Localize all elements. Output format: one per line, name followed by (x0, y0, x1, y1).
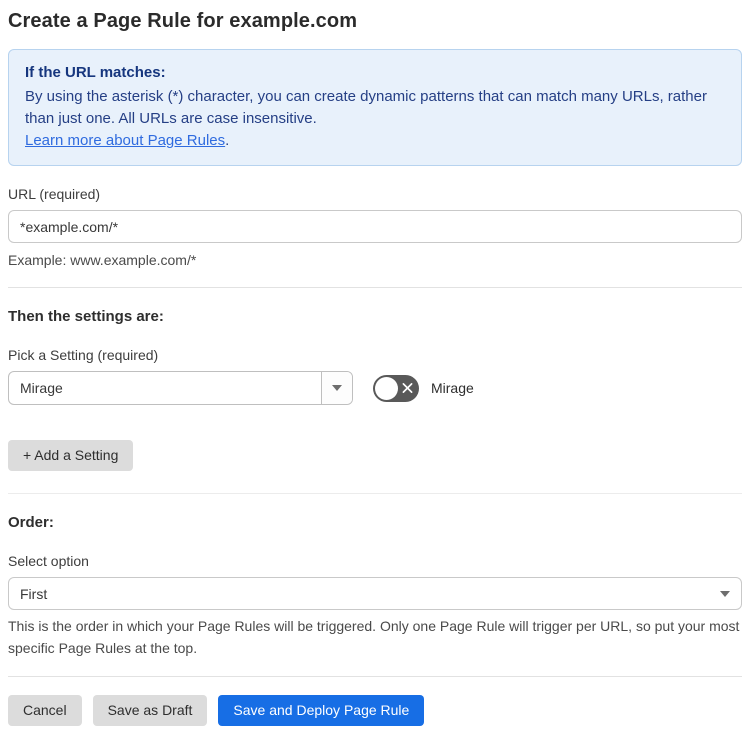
info-box-body: By using the asterisk (*) character, you… (25, 88, 707, 127)
add-setting-button[interactable]: + Add a Setting (8, 440, 134, 471)
info-box-heading: If the URL matches: (25, 64, 166, 81)
divider (8, 493, 742, 494)
save-as-draft-button[interactable]: Save as Draft (92, 695, 208, 726)
setting-row: Mirage Mirage (8, 371, 742, 405)
setting-select[interactable]: Mirage (8, 371, 353, 405)
chevron-down-icon (332, 385, 342, 391)
divider (8, 287, 742, 288)
x-icon (402, 383, 413, 393)
url-helper-text: Example: www.example.com/* (8, 252, 197, 268)
mirage-toggle[interactable] (373, 374, 419, 402)
toggle-label: Mirage (431, 380, 474, 396)
cancel-button[interactable]: Cancel (8, 695, 82, 726)
settings-section-heading: Then the settings are: (8, 308, 164, 325)
info-box-link-line: Learn more about Page Rules. (25, 130, 725, 152)
footer-actions: Cancel Save as Draft Save and Deploy Pag… (8, 695, 742, 726)
learn-more-link[interactable]: Learn more about Page Rules (25, 132, 225, 149)
order-section-heading: Order: (8, 514, 54, 531)
setting-select-arrow-button[interactable] (321, 372, 352, 404)
setting-select-value: Mirage (20, 380, 63, 396)
chevron-down-icon (720, 590, 730, 597)
divider (8, 676, 742, 677)
order-select[interactable]: First (8, 577, 742, 610)
url-field-label: URL (required) (8, 186, 101, 202)
save-and-deploy-button[interactable]: Save and Deploy Page Rule (218, 695, 425, 726)
setting-picker-label: Pick a Setting (required) (8, 347, 159, 363)
page-title: Create a Page Rule for example.com (8, 10, 358, 32)
order-select-value: First (20, 585, 48, 602)
toggle-knob (375, 376, 398, 400)
url-input[interactable] (8, 210, 742, 243)
order-helper-text: This is the order in which your Page Rul… (8, 618, 740, 656)
link-suffix: . (225, 132, 230, 149)
url-match-info-box: If the URL matches: By using the asteris… (8, 49, 742, 166)
order-select-label: Select option (8, 553, 89, 569)
